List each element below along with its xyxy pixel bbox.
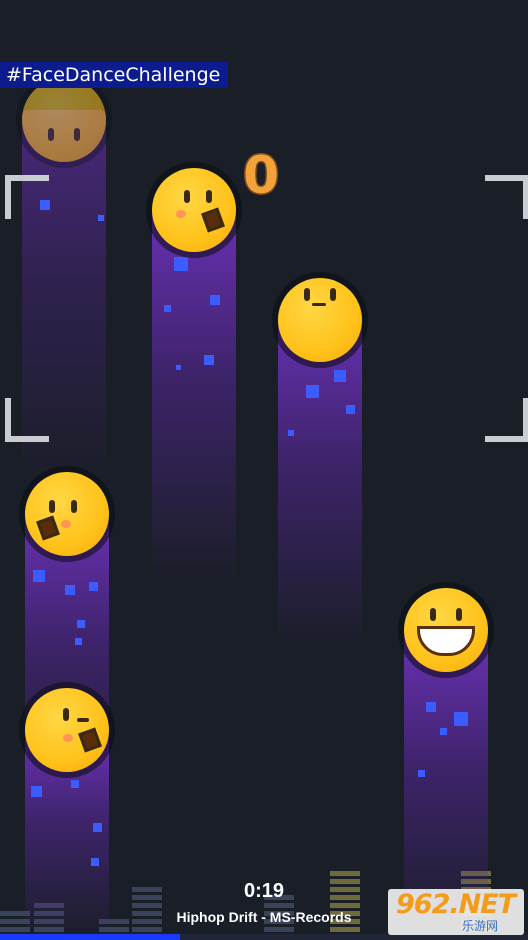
frame-corner-bottom-right [485, 398, 528, 442]
emoji-face [152, 168, 236, 252]
watermark-sub: 乐游网 [462, 919, 499, 933]
emoji-face [22, 78, 106, 162]
frame-corner-top-left [5, 175, 49, 219]
emoji-face [25, 472, 109, 556]
frame-corner-bottom-left [5, 398, 49, 442]
note-trail [152, 205, 236, 585]
frame-corner-top-right [485, 175, 528, 219]
emoji-face [25, 688, 109, 772]
emoji-face [404, 588, 488, 672]
song-progress-bar [0, 934, 180, 940]
watermark-logo: 962.NET 乐游网 [388, 889, 524, 935]
hashtag-label: #FaceDanceChallenge [0, 62, 229, 88]
emoji-face [278, 278, 362, 362]
score-counter: 0 [241, 145, 280, 208]
watermark-main: 962.NET [396, 889, 516, 920]
